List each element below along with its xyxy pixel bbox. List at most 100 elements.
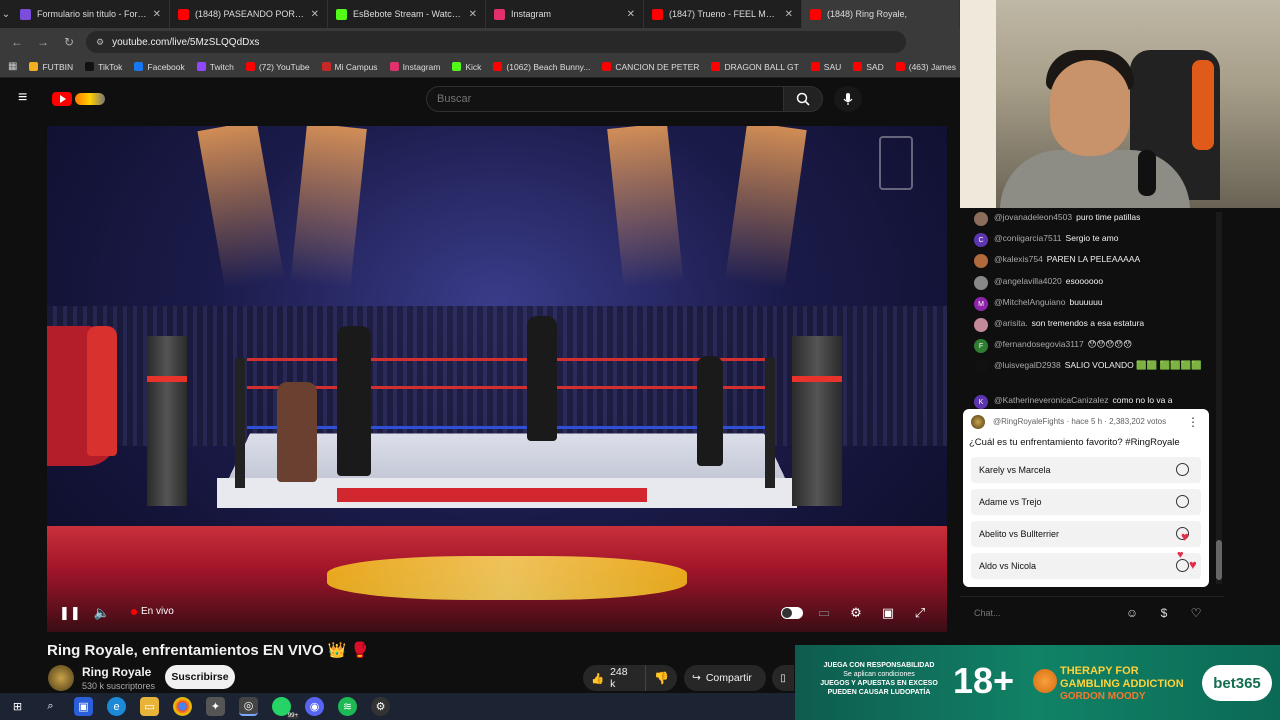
poll-option[interactable]: Abelito vs Bullterrier bbox=[971, 521, 1201, 547]
browser-tab[interactable]: (1848) Ring Royale, bbox=[802, 0, 960, 28]
autoplay-toggle[interactable] bbox=[781, 607, 803, 619]
poll-radio[interactable] bbox=[1176, 463, 1189, 476]
video-player[interactable] bbox=[47, 126, 947, 632]
bookmark-item[interactable]: TikTok bbox=[85, 62, 122, 72]
chat-message[interactable]: @arisita. son tremendos a esa estatura bbox=[974, 318, 1214, 332]
chat-message[interactable]: @angelavilla4020 esoooooo bbox=[974, 276, 1214, 290]
chat-message[interactable]: K @KatherineveronicaCanizalez como no lo v… bbox=[974, 395, 1214, 409]
bookmark-item[interactable]: Kick bbox=[452, 62, 481, 72]
reload-icon[interactable]: ↻ bbox=[60, 35, 78, 49]
chrome-icon[interactable] bbox=[173, 697, 192, 716]
bookmark-item[interactable]: CANCION DE PETER bbox=[602, 62, 699, 72]
volume-icon[interactable]: 🔈 bbox=[93, 604, 111, 622]
forward-arrow-icon[interactable]: → bbox=[34, 35, 52, 49]
emoji-icon[interactable]: ☺ bbox=[1124, 605, 1140, 621]
poll-radio[interactable] bbox=[1176, 495, 1189, 508]
site-info-icon[interactable]: ⚙ bbox=[96, 37, 104, 48]
dislike-button[interactable]: 👎 bbox=[646, 665, 677, 691]
bookmark-item[interactable]: Instagram bbox=[390, 62, 441, 72]
chat-author[interactable]: @KatherineveronicaCanizalez bbox=[994, 395, 1108, 405]
chat-message[interactable]: @kalexis754 PAREN LA PELEAAAAA bbox=[974, 254, 1214, 268]
chat-input[interactable] bbox=[974, 603, 1114, 623]
bookmark-item[interactable]: Facebook bbox=[134, 62, 184, 72]
pause-icon[interactable]: ❚❚ bbox=[59, 604, 77, 622]
edge-browser-icon[interactable]: e bbox=[107, 697, 126, 716]
poll-option[interactable]: Karely vs Marcela bbox=[971, 457, 1201, 483]
voice-search-button[interactable] bbox=[834, 86, 862, 112]
spotify-icon[interactable]: ≋ bbox=[338, 697, 357, 716]
browser-tab[interactable]: EsBebote Stream - Watch Live on Kick ✕ bbox=[328, 0, 486, 28]
poll-option[interactable]: Adame vs Trejo bbox=[971, 489, 1201, 515]
url-field[interactable]: ⚙ youtube.com/live/5MzSLQQdDxs bbox=[86, 31, 906, 53]
chat-message[interactable]: M @MitchelAnguiano buuuuuu bbox=[974, 297, 1214, 311]
tab-search-icon[interactable]: ⌄ bbox=[0, 0, 12, 28]
chat-message[interactable]: F @fernandosegovia3117 😯😯😯😯😯 bbox=[974, 339, 1214, 353]
youtube-logo[interactable] bbox=[52, 91, 110, 107]
bookmark-item[interactable]: SAD bbox=[853, 62, 883, 72]
chat-author[interactable]: @kalexis754 bbox=[994, 254, 1043, 264]
subscribe-button[interactable]: Suscribirse bbox=[165, 665, 235, 689]
tab-close-icon[interactable]: ✕ bbox=[785, 9, 793, 20]
chat-scrollbar-track[interactable] bbox=[1216, 212, 1222, 584]
tab-close-icon[interactable]: ✕ bbox=[153, 9, 161, 20]
chat-author[interactable]: @arisita. bbox=[994, 318, 1028, 328]
channel-avatar[interactable] bbox=[48, 665, 74, 691]
poll-option[interactable]: Aldo vs Nicola bbox=[971, 553, 1201, 579]
browser-tab[interactable]: (1847) Trueno - FEEL ME?? (Video ✕ bbox=[644, 0, 802, 28]
search-input[interactable] bbox=[426, 86, 784, 112]
settings-gear-icon[interactable]: ⚙ bbox=[847, 604, 865, 622]
bookmark-item[interactable]: (1062) Beach Bunny... bbox=[493, 62, 590, 72]
sponsor-ad-banner[interactable]: JUEGA CON RESPONSABILIDAD Se aplican con… bbox=[795, 645, 1280, 720]
save-button[interactable]: ▯ bbox=[772, 665, 794, 691]
bookmark-item[interactable]: FUTBIN bbox=[29, 62, 73, 72]
chat-author[interactable]: @angelavilla4020 bbox=[994, 276, 1062, 286]
file-explorer-icon[interactable]: ▭ bbox=[140, 697, 159, 716]
search-icon[interactable]: ⌕ bbox=[41, 697, 60, 716]
browser-tab[interactable]: Formulario sin título - Formulario ✕ bbox=[12, 0, 170, 28]
discord-icon[interactable]: ◉ bbox=[305, 697, 324, 716]
hamburger-menu-icon[interactable]: ≡ bbox=[18, 90, 34, 106]
bookmark-item[interactable]: SAU bbox=[811, 62, 841, 72]
tab-close-icon[interactable]: ✕ bbox=[311, 9, 319, 20]
tab-close-icon[interactable]: ✕ bbox=[627, 9, 635, 20]
windows-start-icon[interactable]: ⊞ bbox=[8, 697, 27, 716]
whatsapp-icon[interactable]: 99+ bbox=[272, 697, 291, 716]
subtitles-icon[interactable]: ▭ bbox=[815, 604, 833, 622]
channel-name[interactable]: Ring Royale bbox=[82, 665, 151, 679]
apps-grid-icon[interactable]: ▦ bbox=[8, 61, 17, 72]
chat-message[interactable]: C @coniigarcia7511 Sergio te amo bbox=[974, 233, 1214, 247]
bookmark-item[interactable]: Mi Campus bbox=[322, 62, 378, 72]
heart-icon[interactable]: ♡ bbox=[1188, 605, 1204, 621]
bookmark-item[interactable]: (72) YouTube bbox=[246, 62, 310, 72]
chat-author[interactable]: @jovanadeleon4503 bbox=[994, 212, 1072, 222]
chat-author[interactable]: @MitchelAnguiano bbox=[994, 297, 1065, 307]
search-button[interactable] bbox=[783, 86, 823, 112]
chat-author[interactable]: @luisvegalD2938 bbox=[994, 360, 1061, 370]
browser-tab[interactable]: Instagram ✕ bbox=[486, 0, 644, 28]
bookmark-favicon-icon bbox=[246, 62, 255, 71]
store-icon[interactable]: ▣ bbox=[74, 697, 93, 716]
bookmark-favicon-icon bbox=[322, 62, 331, 71]
bookmark-item[interactable]: DRAGON BALL GT bbox=[711, 62, 798, 72]
theater-mode-icon[interactable]: ▣ bbox=[879, 604, 897, 622]
chat-scrollbar-thumb[interactable] bbox=[1216, 540, 1222, 580]
steam-icon[interactable]: ⚙ bbox=[371, 697, 390, 716]
chat-message[interactable]: @jovanadeleon4503 puro time patillas bbox=[974, 212, 1214, 226]
fullscreen-icon[interactable]: ⤢ bbox=[911, 604, 929, 622]
browser-tab[interactable]: (1848) PASEANDO POR EL CENTRO ✕ bbox=[170, 0, 328, 28]
obs-icon[interactable]: ◎ bbox=[239, 697, 258, 716]
share-button[interactable]: ↪ Compartir bbox=[684, 665, 766, 691]
like-button[interactable]: 👍 248 k bbox=[583, 665, 646, 691]
tab-close-icon[interactable]: ✕ bbox=[469, 9, 477, 20]
chat-author[interactable]: @coniigarcia7511 bbox=[994, 233, 1062, 243]
chat-author[interactable]: @fernandosegovia3117 bbox=[994, 339, 1084, 349]
back-arrow-icon[interactable]: ← bbox=[8, 35, 26, 49]
chat-message[interactable]: @luisvegalD2938 SALIO VOLANDO 🟩🟩 🟩🟩🟩🟩 bbox=[974, 360, 1214, 374]
live-label[interactable]: En vivo bbox=[141, 606, 174, 617]
chat-text: 😯😯😯😯😯 bbox=[1088, 339, 1132, 349]
bookmark-item[interactable]: Twitch bbox=[197, 62, 234, 72]
more-options-icon[interactable]: ⋮ bbox=[1187, 415, 1199, 429]
bookmark-item[interactable]: (463) James bbox=[896, 62, 956, 72]
super-chat-icon[interactable]: $ bbox=[1156, 605, 1172, 621]
app-icon[interactable]: ✦ bbox=[206, 697, 225, 716]
